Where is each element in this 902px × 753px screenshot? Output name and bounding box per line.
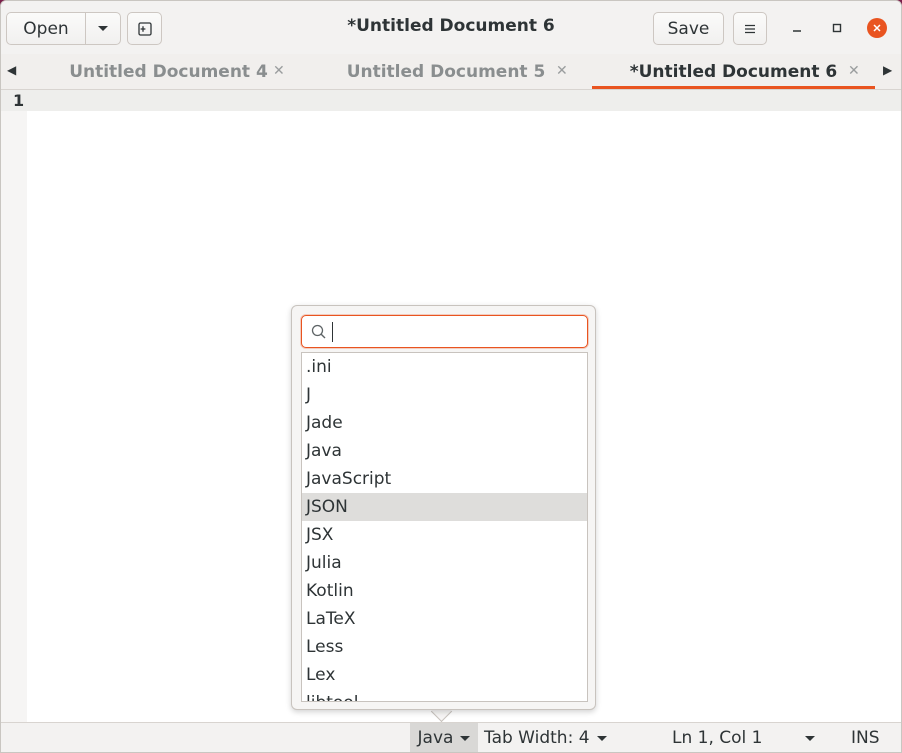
language-selector[interactable]: Java	[410, 723, 478, 752]
close-tab-icon[interactable]: ✕	[848, 63, 860, 79]
list-item[interactable]: libtool	[302, 689, 587, 701]
position-menu[interactable]	[805, 723, 815, 752]
hamburger-menu-icon	[745, 24, 755, 33]
cursor-position-label: Ln 1, Col 1	[672, 728, 763, 748]
menu-button[interactable]	[733, 12, 767, 45]
header-bar: Open *Untitled Document 6 Save	[1, 1, 901, 55]
language-search-input[interactable]	[301, 315, 588, 348]
search-icon	[311, 324, 326, 339]
list-item[interactable]: Java	[302, 437, 587, 465]
tab-width-label: Tab Width: 4	[484, 728, 590, 748]
tab-untitled-document-4[interactable]: Untitled Document 4 ✕	[36, 54, 301, 89]
editor-window: Open *Untitled Document 6 Save ◀ Untitle…	[0, 0, 902, 753]
list-item[interactable]: Less	[302, 633, 587, 661]
list-item[interactable]: JavaScript	[302, 465, 587, 493]
insert-mode-indicator[interactable]: INS	[851, 723, 880, 752]
scroll-tabs-right-icon[interactable]: ▶	[883, 63, 892, 77]
list-item[interactable]: Julia	[302, 549, 587, 577]
minimize-icon	[793, 30, 801, 32]
list-item[interactable]: J	[302, 381, 587, 409]
list-item[interactable]: Jade	[302, 409, 587, 437]
scroll-tabs-left-icon[interactable]: ◀	[7, 63, 16, 77]
window-title: *Untitled Document 6	[347, 16, 555, 36]
tab-label: Untitled Document 4	[69, 61, 268, 82]
tab-label: *Untitled Document 6	[629, 61, 838, 82]
text-cursor	[332, 322, 333, 342]
language-label: Java	[417, 728, 454, 748]
list-item[interactable]: JSX	[302, 521, 587, 549]
tab-untitled-document-6[interactable]: *Untitled Document 6 ✕	[592, 54, 875, 89]
minimize-button[interactable]	[787, 18, 807, 38]
insert-mode-label: INS	[851, 728, 880, 748]
open-button-label: Open	[23, 18, 69, 39]
close-button[interactable]	[867, 18, 887, 38]
tab-label: Untitled Document 5	[346, 61, 546, 82]
maximize-button[interactable]	[827, 18, 847, 38]
language-list[interactable]: .ini J Jade Java JavaScript JSON JSX Jul…	[301, 352, 588, 702]
close-tab-icon[interactable]: ✕	[273, 63, 285, 79]
save-button-label: Save	[667, 18, 710, 39]
new-tab-button[interactable]	[127, 12, 162, 45]
open-button[interactable]: Open	[6, 12, 86, 45]
list-item-selected[interactable]: JSON	[302, 493, 587, 521]
chevron-down-icon	[460, 735, 471, 741]
chevron-down-icon	[596, 735, 607, 741]
save-button[interactable]: Save	[653, 12, 724, 45]
chevron-down-icon	[98, 26, 108, 31]
list-item[interactable]: Kotlin	[302, 577, 587, 605]
tab-untitled-document-5[interactable]: Untitled Document 5 ✕	[311, 54, 581, 89]
current-line-highlight	[1, 90, 901, 111]
list-item[interactable]: .ini	[302, 353, 587, 381]
close-icon	[873, 24, 881, 32]
list-item[interactable]: LaTeX	[302, 605, 587, 633]
line-number: 1	[13, 91, 25, 110]
line-gutter	[1, 111, 27, 722]
language-popover: .ini J Jade Java JavaScript JSON JSX Jul…	[291, 305, 596, 710]
close-tab-icon[interactable]: ✕	[556, 63, 568, 79]
new-tab-icon	[137, 21, 152, 36]
tab-width-selector[interactable]: Tab Width: 4	[484, 723, 607, 752]
open-menu-button[interactable]	[85, 12, 121, 45]
status-bar: Java Tab Width: 4 Ln 1, Col 1 INS	[1, 722, 901, 752]
maximize-icon	[832, 23, 842, 33]
chevron-down-icon	[805, 735, 815, 741]
cursor-position[interactable]: Ln 1, Col 1	[672, 723, 763, 752]
tab-bar: ◀ Untitled Document 4 ✕ Untitled Documen…	[1, 54, 901, 90]
list-item[interactable]: Lex	[302, 661, 587, 689]
